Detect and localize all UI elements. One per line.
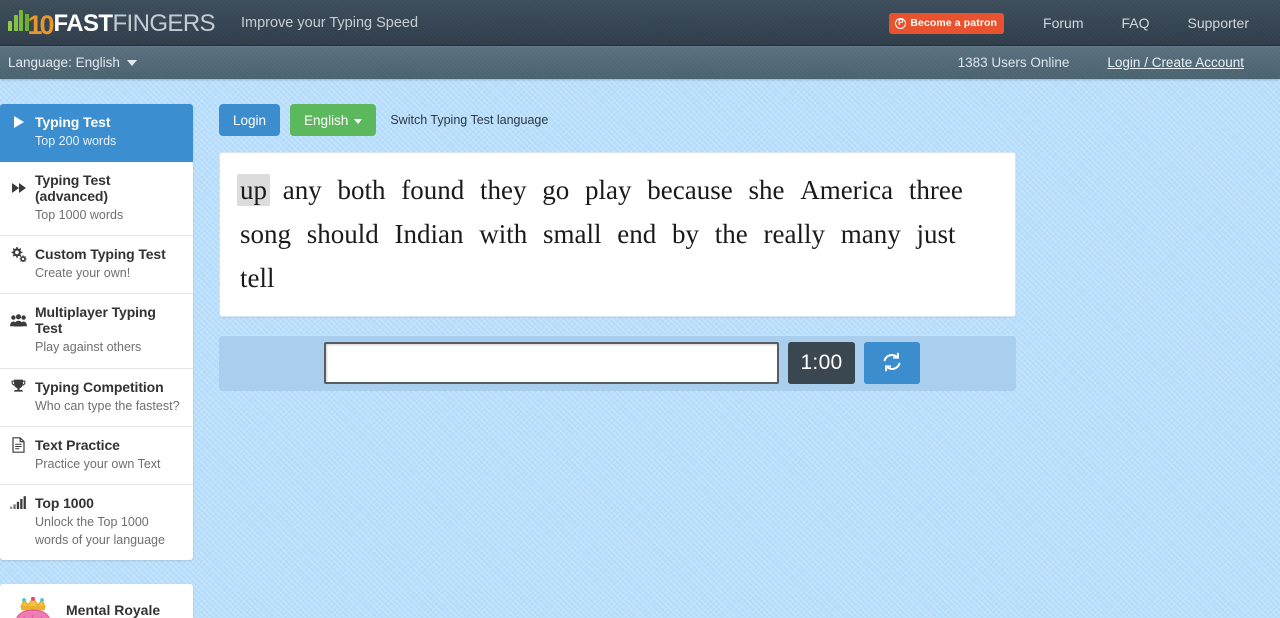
sidebar-item-label: Text Practice (35, 436, 120, 453)
nav-item-supporter[interactable]: Supporter (1169, 15, 1268, 31)
sidebar-item-multiplayer-typing-test[interactable]: Multiplayer Typing Test Play against oth… (0, 294, 193, 369)
word: end (617, 219, 657, 249)
word: really (763, 219, 825, 249)
switch-language-note: Switch Typing Test language (390, 113, 549, 127)
logo-fingers-text: FINGERS (112, 10, 215, 37)
patreon-icon: P (895, 17, 907, 29)
sidebar-item-top-1000[interactable]: Top 1000 Unlock the Top 1000 words of yo… (0, 485, 193, 560)
word: both (337, 175, 386, 205)
word: many (840, 219, 901, 249)
sidebar-item-subtitle: Play against others (35, 340, 142, 355)
word: the (714, 219, 748, 249)
logo-ten-text: 10 (27, 9, 55, 40)
word: tell (240, 263, 275, 293)
mental-royale-title: Mental Royale (66, 602, 161, 618)
word: up (237, 174, 270, 206)
sidebar-item-label: Top 1000 (35, 494, 94, 511)
sidebar-item-subtitle: Unlock the Top 1000 words of your langua… (35, 514, 165, 547)
sidebar-item-label: Multiplayer Typing Test (35, 304, 156, 337)
trophy-icon (10, 379, 27, 394)
word: any (282, 175, 322, 205)
caret-down-icon (354, 118, 363, 124)
logo-fast-text: FAST (53, 10, 114, 37)
chevron-down-icon (126, 59, 137, 66)
word: song (240, 219, 292, 249)
nav-item-faq[interactable]: FAQ (1103, 15, 1169, 31)
login-create-account-link[interactable]: Login / Create Account (1107, 55, 1244, 70)
language-selector[interactable]: Language: English (8, 55, 137, 70)
crowned-brain-icon (10, 596, 56, 618)
document-icon (10, 436, 27, 453)
sidebar-item-typing-test[interactable]: Typing Test Top 200 words (0, 104, 193, 163)
site-tagline: Improve your Typing Speed (240, 15, 419, 31)
top-header-bar: 10 FASTFINGERS Improve your Typing Speed… (0, 0, 1280, 46)
nav-item-forum[interactable]: Forum (1024, 15, 1102, 31)
typing-input[interactable] (324, 342, 779, 384)
sidebar-item-subtitle: Top 1000 words (35, 208, 124, 223)
sidebar-item-label: Typing Test (35, 114, 111, 130)
word: with (479, 219, 528, 249)
word: play (585, 175, 632, 205)
fast-forward-icon (10, 183, 27, 194)
sidebar-item-subtitle: Who can type the fastest? (35, 398, 180, 413)
bar-chart-icon (10, 496, 27, 510)
word: small (543, 219, 602, 249)
countdown-timer: 1:00 (788, 342, 855, 384)
typing-input-bar: 1:00 (219, 335, 1016, 391)
word: found (401, 175, 465, 205)
sidebar-item-subtitle: Create your own! (35, 266, 131, 281)
typing-word-box: up any both found they go play because s… (219, 152, 1016, 317)
word: go (542, 175, 570, 205)
sidebar-item-typing-competition[interactable]: Typing Competition Who can type the fast… (0, 369, 193, 427)
sidebar: Typing Test Top 200 words Typing Test (a… (0, 104, 193, 618)
patron-button-label: Become a patron (910, 17, 998, 29)
site-logo[interactable]: 10 FASTFINGERS (0, 0, 216, 46)
become-a-patron-button[interactable]: P Become a patron (889, 12, 1005, 34)
sidebar-item-typing-test-advanced[interactable]: Typing Test (advanced) Top 1000 words (0, 162, 193, 237)
word-list: up any both found they go play because s… (237, 168, 998, 300)
main-content: Login English Switch Typing Test languag… (219, 104, 1016, 391)
word: she (748, 175, 785, 205)
sidebar-item-custom-typing-test[interactable]: Custom Typing Test Create your own! (0, 236, 193, 295)
word: because (647, 175, 733, 205)
sidebar-item-label: Typing Competition (35, 378, 164, 395)
word: they (480, 175, 527, 205)
sidebar-menu-panel: Typing Test Top 200 words Typing Test (a… (0, 104, 193, 560)
users-group-icon (10, 314, 27, 327)
users-online-count: 1383 Users Online (957, 55, 1070, 70)
gears-icon (10, 246, 27, 262)
toolbar: Login English Switch Typing Test languag… (219, 104, 1016, 136)
play-icon (10, 116, 27, 128)
language-selector-label: Language: English (8, 55, 120, 70)
page-body: Typing Test Top 200 words Typing Test (a… (0, 79, 1280, 618)
language-dropdown-button[interactable]: English (290, 104, 377, 136)
mental-royale-promo[interactable]: Mental Royale Train your Brain (0, 584, 193, 618)
sidebar-item-label: Custom Typing Test (35, 246, 166, 263)
language-dropdown-label: English (304, 112, 349, 128)
language-bar: Language: English 1383 Users Online Logi… (0, 46, 1280, 79)
word: by (672, 219, 700, 249)
sidebar-item-text-practice[interactable]: Text Practice Practice your own Text (0, 427, 193, 485)
word: Indian (394, 219, 464, 249)
sidebar-item-label: Typing Test (advanced) (35, 172, 111, 205)
sidebar-item-subtitle: Top 200 words (35, 134, 117, 148)
sidebar-item-subtitle: Practice your own Text (35, 456, 161, 471)
login-button[interactable]: Login (219, 104, 281, 136)
green-bars-icon (8, 9, 29, 31)
top-nav: P Become a patron Forum FAQ Supporter (889, 12, 1268, 34)
word: just (916, 219, 956, 249)
word: three (908, 175, 963, 205)
refresh-icon (881, 351, 903, 376)
restart-test-button[interactable] (864, 342, 920, 384)
word: should (306, 219, 379, 249)
word: America (800, 175, 894, 205)
